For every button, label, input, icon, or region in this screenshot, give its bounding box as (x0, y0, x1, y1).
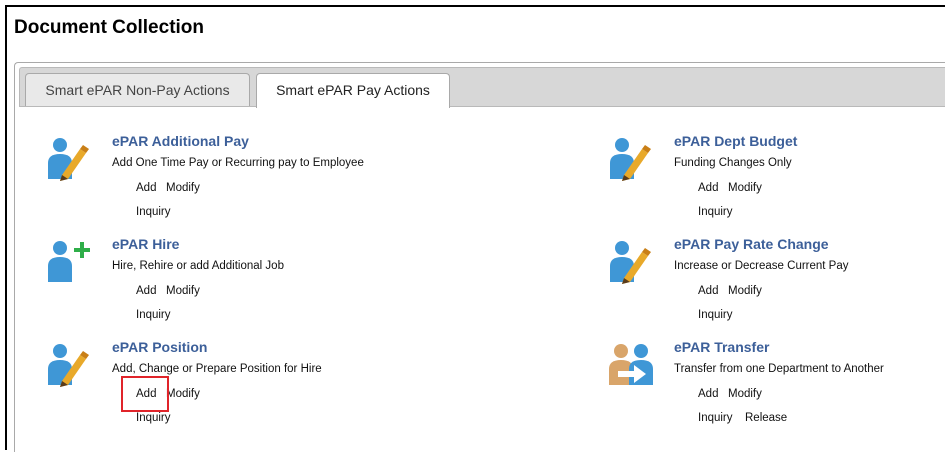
position-inquiry-link[interactable]: Inquiry (136, 412, 171, 424)
dept-budget-inquiry-link[interactable]: Inquiry (698, 206, 733, 218)
person-pen-icon (610, 241, 651, 284)
pay-rate-change-add-link[interactable]: Add (698, 285, 718, 297)
tab-non-pay-actions[interactable]: Smart ePAR Non-Pay Actions (25, 73, 250, 106)
page-title: Document Collection (14, 17, 205, 38)
person-plus-icon (48, 241, 90, 282)
transfer-inquiry-link[interactable]: Inquiry (698, 412, 733, 424)
tab-pay-actions[interactable]: Smart ePAR Pay Actions (256, 73, 450, 108)
person-pen-icon (610, 138, 651, 181)
dept-budget-modify-link[interactable]: Modify (728, 182, 762, 194)
pay-rate-change-description: Increase or Decrease Current Pay (674, 260, 849, 272)
action-position: ePAR Position Add, Change or Prepare Pos… (42, 339, 402, 441)
additional-pay-modify-link[interactable]: Modify (166, 182, 200, 194)
position-modify-link[interactable]: Modify (166, 388, 200, 400)
dept-budget-description: Funding Changes Only (674, 157, 792, 169)
transfer-icon (609, 344, 653, 385)
action-dept-budget: ePAR Dept Budget Funding Changes Only Ad… (604, 133, 945, 235)
dept-budget-title[interactable]: ePAR Dept Budget (674, 133, 797, 149)
hire-inquiry-link[interactable]: Inquiry (136, 309, 171, 321)
hire-modify-link[interactable]: Modify (166, 285, 200, 297)
hire-add-link[interactable]: Add (136, 285, 156, 297)
dept-budget-add-link[interactable]: Add (698, 182, 718, 194)
person-pen-icon (48, 344, 89, 387)
transfer-release-link[interactable]: Release (745, 412, 787, 424)
additional-pay-description: Add One Time Pay or Recurring pay to Emp… (112, 157, 364, 169)
additional-pay-title[interactable]: ePAR Additional Pay (112, 133, 249, 149)
position-description: Add, Change or Prepare Position for Hire (112, 363, 322, 375)
pay-rate-change-inquiry-link[interactable]: Inquiry (698, 309, 733, 321)
pay-rate-change-modify-link[interactable]: Modify (728, 285, 762, 297)
transfer-description: Transfer from one Department to Another (674, 363, 884, 375)
additional-pay-inquiry-link[interactable]: Inquiry (136, 206, 171, 218)
additional-pay-add-link[interactable]: Add (136, 182, 156, 194)
transfer-add-link[interactable]: Add (698, 388, 718, 400)
transfer-modify-link[interactable]: Modify (728, 388, 762, 400)
hire-description: Hire, Rehire or add Additional Job (112, 260, 284, 272)
pay-rate-change-title[interactable]: ePAR Pay Rate Change (674, 236, 829, 252)
highlight-box (121, 376, 169, 412)
action-additional-pay: ePAR Additional Pay Add One Time Pay or … (42, 133, 402, 235)
action-transfer: ePAR Transfer Transfer from one Departme… (604, 339, 945, 441)
transfer-title[interactable]: ePAR Transfer (674, 339, 769, 355)
position-title[interactable]: ePAR Position (112, 339, 207, 355)
hire-title[interactable]: ePAR Hire (112, 236, 179, 252)
action-hire: ePAR Hire Hire, Rehire or add Additional… (42, 236, 402, 338)
person-pen-icon (48, 138, 89, 181)
action-pay-rate-change: ePAR Pay Rate Change Increase or Decreas… (604, 236, 945, 338)
